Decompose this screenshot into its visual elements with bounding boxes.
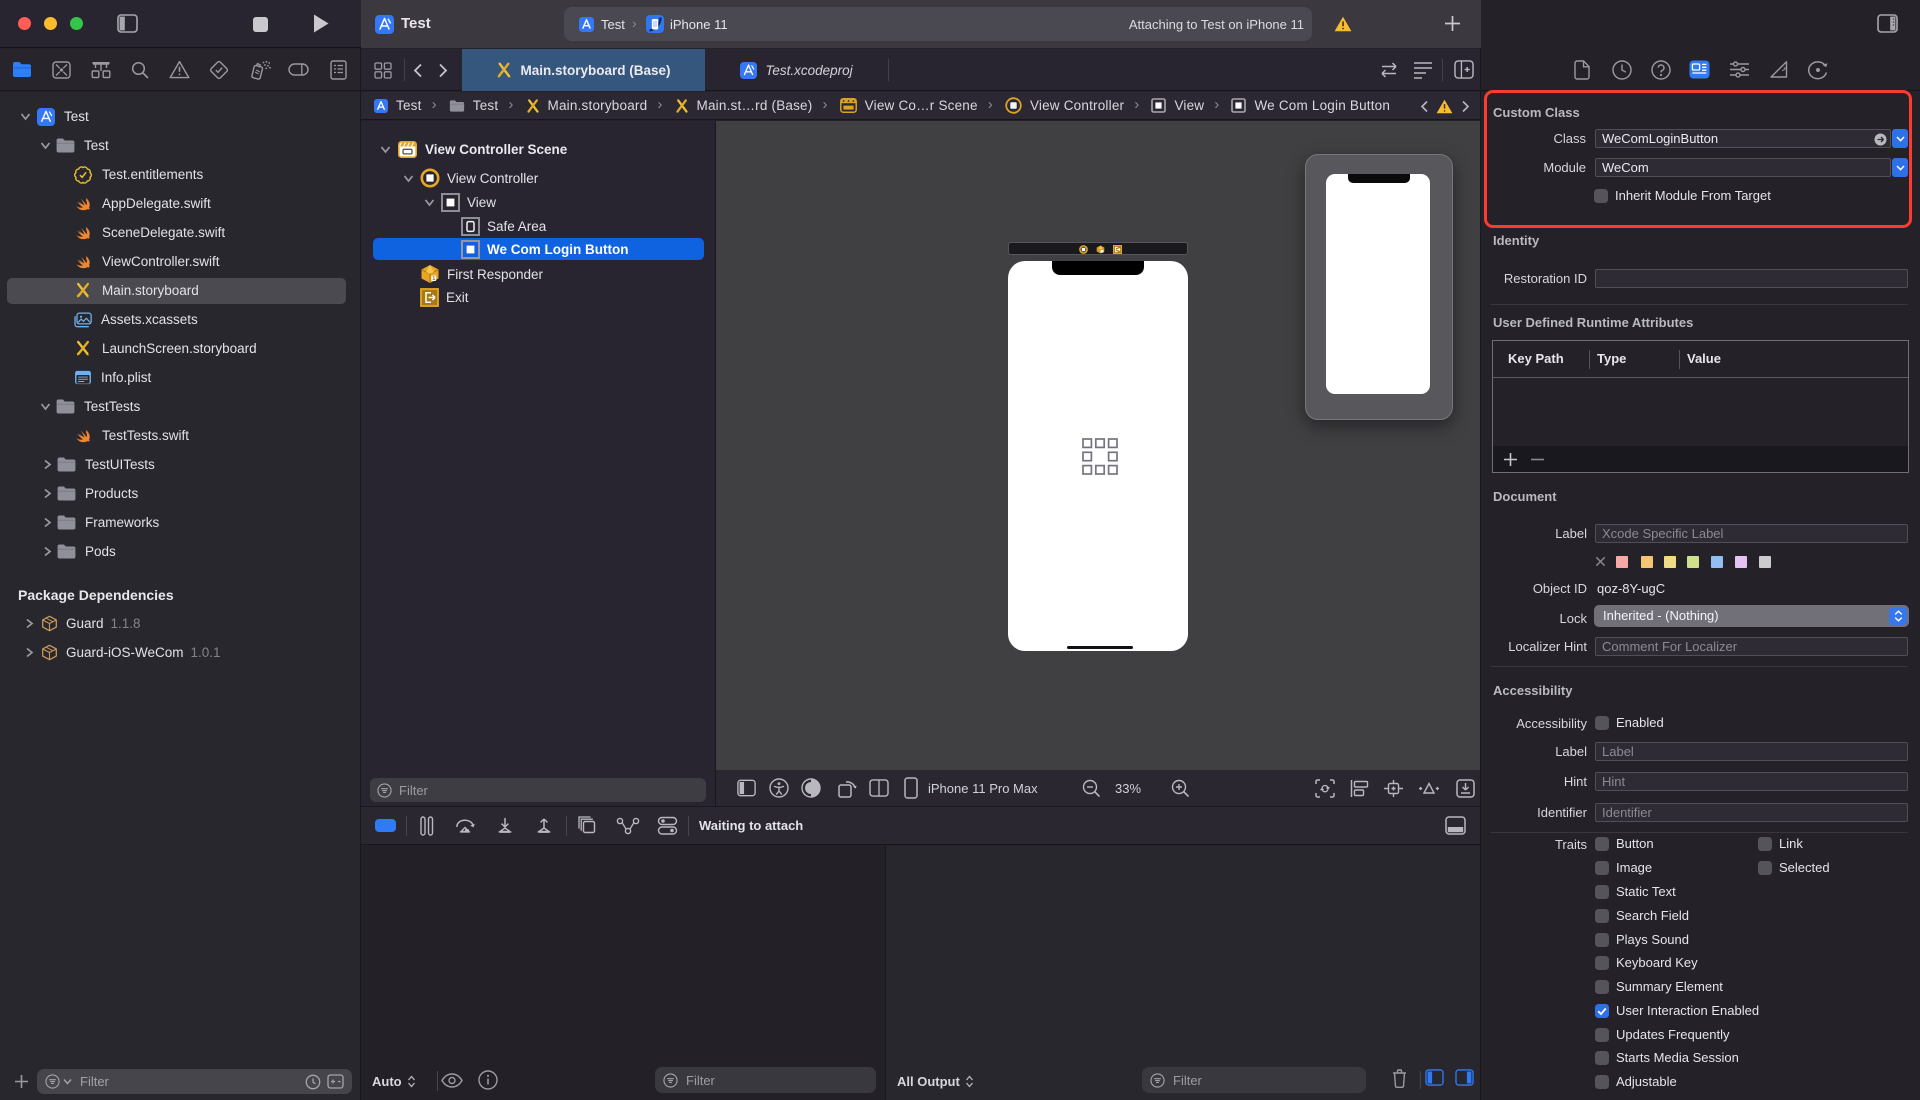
svg-text:1: 1 — [432, 276, 435, 282]
